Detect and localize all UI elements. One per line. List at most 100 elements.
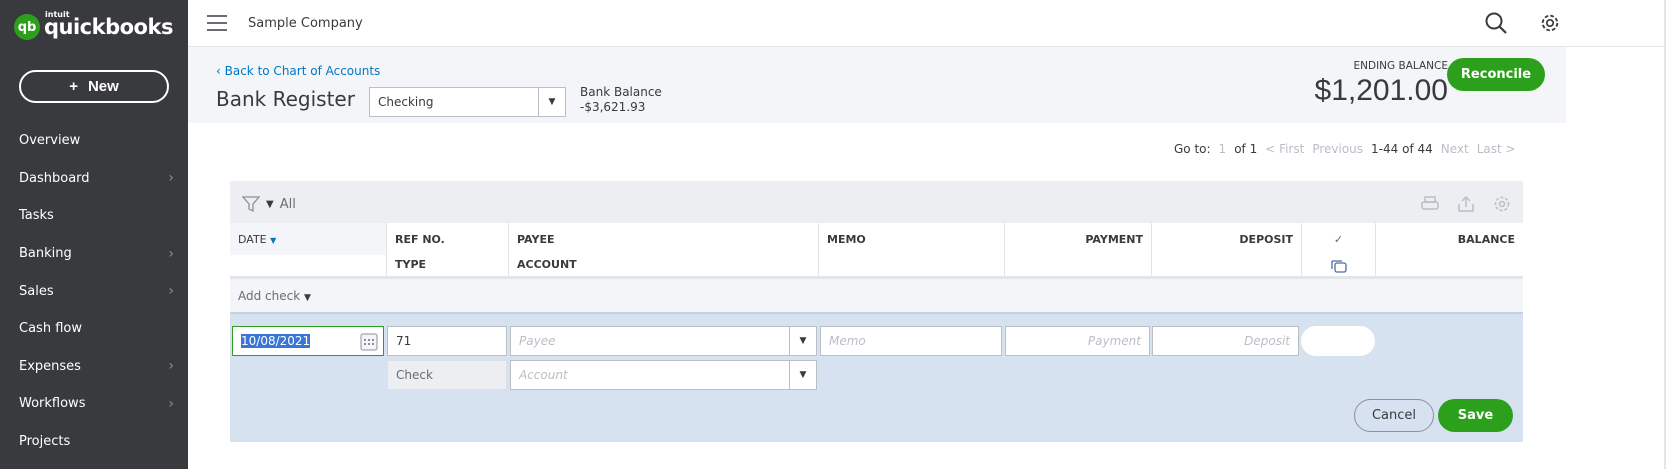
- caret-down-icon: ▼: [266, 198, 274, 210]
- sidebar-item-label: Expenses: [19, 358, 81, 374]
- filter-label: All: [279, 196, 296, 212]
- new-transaction-row: 10/08/2021 71 Check Payee ▼ Account ▼ Memo…: [230, 314, 1523, 442]
- chevron-down-icon[interactable]: ▼: [789, 327, 816, 355]
- balance-header: BALANCE: [1457, 233, 1515, 246]
- copy-icon[interactable]: [1330, 258, 1348, 274]
- table-header: DATE ▼ REF NO. TYPE PAYEE ACCOUNT MEMO PAY…: [230, 223, 1523, 279]
- memo-placeholder: Memo: [829, 334, 866, 348]
- table-settings-gear-icon[interactable]: [1493, 195, 1511, 213]
- date-input[interactable]: 10/08/2021: [232, 326, 384, 356]
- quickbooks-logo[interactable]: qb intuit quickbooks: [14, 10, 173, 40]
- deposit-placeholder: Deposit: [1244, 334, 1290, 348]
- chevron-down-icon: ▼: [538, 88, 565, 116]
- account-header: ACCOUNT: [517, 258, 577, 271]
- reconcile-button[interactable]: Reconcile: [1447, 58, 1545, 91]
- sidebar-item-dashboard[interactable]: Dashboard ›: [0, 160, 188, 198]
- new-label: New: [87, 78, 119, 95]
- back-to-chart-link[interactable]: ‹ Back to Chart of Accounts: [216, 64, 380, 78]
- payee-placeholder: Payee: [519, 334, 556, 348]
- sidebar-item-label: Banking: [19, 246, 72, 262]
- print-icon[interactable]: [1421, 195, 1439, 213]
- back-link-label: Back to Chart of Accounts: [224, 64, 381, 78]
- sort-down-icon: ▼: [270, 236, 277, 245]
- column-date[interactable]: DATE ▼: [230, 223, 386, 255]
- column-balance: BALANCE: [1375, 223, 1523, 279]
- chevron-down-icon[interactable]: ▼: [789, 361, 816, 389]
- page-range: 1-44 of 44: [1371, 142, 1433, 156]
- payee-input[interactable]: Payee ▼: [510, 326, 817, 356]
- save-button[interactable]: Save: [1438, 399, 1513, 432]
- hamburger-menu-icon[interactable]: [207, 15, 227, 36]
- page-title: Bank Register: [216, 87, 355, 111]
- search-icon[interactable]: [1484, 11, 1508, 35]
- sidebar-item-expenses[interactable]: Expenses ›: [0, 348, 188, 386]
- sidebar-item-workflows[interactable]: Workflows ›: [0, 385, 188, 423]
- sidebar-item-label: Workflows: [19, 396, 86, 412]
- ref-no-input[interactable]: 71: [387, 326, 507, 356]
- table-toolbar: ▼ All: [230, 181, 1523, 223]
- next-page-link[interactable]: Next: [1441, 142, 1469, 156]
- ref-value: 71: [396, 334, 412, 348]
- sidebar-item-cash-flow[interactable]: Cash flow: [0, 310, 188, 348]
- type-header: TYPE: [395, 258, 427, 271]
- chevron-right-icon: ›: [168, 245, 174, 262]
- ending-balance-value: $1,201.00: [1314, 74, 1448, 107]
- add-check-label: Add check: [238, 289, 301, 303]
- account-value: Checking: [378, 95, 434, 109]
- export-icon[interactable]: [1457, 195, 1475, 213]
- sidebar-item-label: Overview: [19, 133, 81, 149]
- account-placeholder: Account: [519, 368, 568, 382]
- chevron-right-icon: ›: [168, 358, 174, 375]
- sidebar-item-tasks[interactable]: Tasks: [0, 197, 188, 235]
- date-header: DATE: [238, 233, 267, 246]
- cleared-status-field[interactable]: [1301, 326, 1375, 356]
- payment-input[interactable]: Payment: [1005, 326, 1150, 356]
- account-input[interactable]: Account ▼: [510, 360, 817, 390]
- calendar-icon[interactable]: [360, 331, 378, 351]
- new-button[interactable]: + New: [19, 70, 169, 103]
- column-ref-type: REF NO. TYPE: [386, 223, 508, 279]
- deposit-input[interactable]: Deposit: [1152, 326, 1299, 356]
- column-payment: PAYMENT: [1004, 223, 1151, 279]
- sidebar-item-label: Tasks: [19, 208, 54, 224]
- sidebar-nav: Overview Dashboard › Tasks Banking › Sales › Cas…: [0, 122, 188, 460]
- sidebar-item-label: Sales: [19, 283, 54, 299]
- last-page-link[interactable]: Last >: [1477, 142, 1516, 156]
- plus-icon: +: [69, 78, 78, 95]
- payment-placeholder: Payment: [1087, 334, 1141, 348]
- memo-header: MEMO: [827, 233, 866, 246]
- account-select[interactable]: Checking ▼: [369, 87, 566, 117]
- payee-header: PAYEE: [517, 233, 555, 246]
- caret-down-icon: ▼: [304, 293, 311, 303]
- page-input[interactable]: 1: [1219, 142, 1227, 156]
- bank-balance-label: Bank Balance: [580, 85, 662, 99]
- qb-logo-icon: qb: [14, 14, 40, 40]
- sidebar-item-banking[interactable]: Banking ›: [0, 235, 188, 273]
- previous-page-link[interactable]: Previous: [1312, 142, 1363, 156]
- cancel-button[interactable]: Cancel: [1354, 399, 1434, 432]
- column-deposit: DEPOSIT: [1151, 223, 1301, 279]
- memo-input[interactable]: Memo: [820, 326, 1002, 356]
- logo-intuit: intuit: [45, 10, 70, 19]
- sidebar-item-projects[interactable]: Projects: [0, 423, 188, 461]
- chevron-right-icon: ›: [168, 395, 174, 412]
- register-header: ‹ Back to Chart of Accounts Bank Registe…: [188, 47, 1566, 123]
- first-page-link[interactable]: < First: [1265, 142, 1304, 156]
- chevron-right-icon: ›: [168, 283, 174, 300]
- column-cleared: ✓: [1301, 223, 1375, 279]
- sidebar-item-sales[interactable]: Sales ›: [0, 272, 188, 310]
- page-count: of 1: [1234, 142, 1258, 156]
- filter-button[interactable]: ▼ All: [242, 195, 296, 213]
- pagination: Go to: 1 of 1 < First Previous 1-44 of 4…: [1174, 142, 1516, 156]
- gear-icon[interactable]: [1539, 12, 1561, 34]
- column-payee-account: PAYEE ACCOUNT: [508, 223, 818, 279]
- bank-balance: Bank Balance -$3,621.93: [580, 85, 662, 115]
- deposit-header: DEPOSIT: [1239, 233, 1293, 246]
- add-check-dropdown[interactable]: Add check ▼: [230, 279, 1523, 314]
- ending-balance-label: ENDING BALANCE: [1353, 60, 1448, 72]
- sidebar-item-label: Cash flow: [19, 321, 82, 337]
- sidebar-item-overview[interactable]: Overview: [0, 122, 188, 160]
- register-table: ▼ All DATE ▼ REF NO. TYPE PAYEE ACCOUNT ME…: [230, 181, 1523, 442]
- bank-balance-value: -$3,621.93: [580, 100, 646, 114]
- top-header: Sample Company: [188, 0, 1666, 47]
